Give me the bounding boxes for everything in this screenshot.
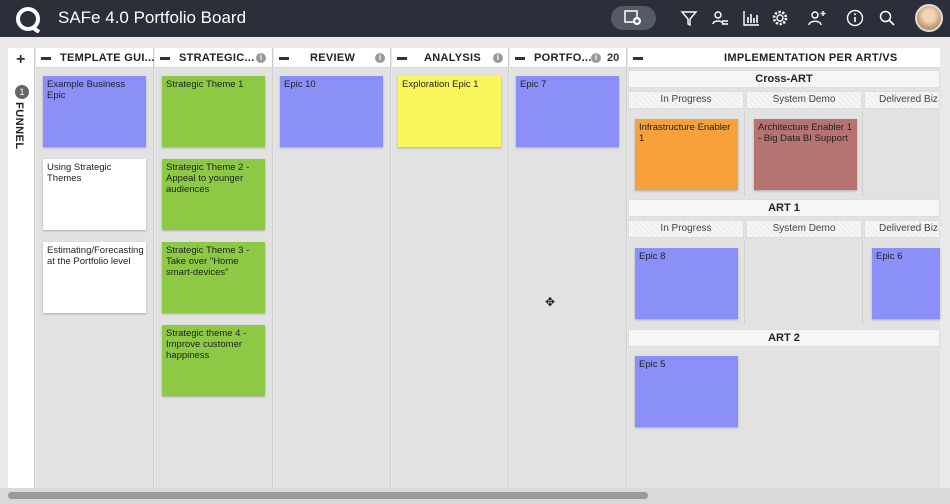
collapse-icon[interactable] [41,57,51,60]
info-icon[interactable]: i [375,53,385,63]
info-icon[interactable]: i [493,53,503,63]
column-title: PORTFO... [534,52,592,64]
lane-header-art-1[interactable]: ART 1 [628,199,940,217]
implementation-area: IMPLEMENTATION PER ART/VS Cross-ART In P… [628,48,940,488]
chart-icon[interactable] [742,9,760,27]
lane-header-art-2[interactable]: ART 2 [628,329,940,347]
user-avatar[interactable] [915,4,943,32]
wip-count: 20 [607,52,620,64]
sub-column-in-progress: In Progress [628,91,744,109]
card[interactable]: Strategic Theme 2 - Appeal to younger au… [162,159,265,230]
column-header[interactable]: IMPLEMENTATION PER ART/VS [628,48,940,68]
column-header[interactable]: PORTFO... i 20 [510,48,626,68]
column-portfolio-backlog: PORTFO... i 20 Epic 7 [510,48,627,488]
move-cursor-icon: ✥ [545,295,556,309]
add-column-icon[interactable]: + [16,51,25,69]
column-analysis: ANALYSIS i Exploration Epic 1 [392,48,509,488]
sub-column-system-demo: System Demo [746,220,862,238]
card[interactable]: Epic 8 [635,248,738,319]
column-title: REVIEW [310,52,356,64]
card[interactable]: Strategic Theme 1 [162,76,265,147]
card[interactable]: Estimating/Forecasting at the Portfolio … [43,242,146,313]
info-icon[interactable]: i [256,53,266,63]
top-bar: SAFe 4.0 Portfolio Board [0,0,950,37]
card[interactable]: Architecture Enabler 1 - Big Data BI Sup… [754,119,857,190]
column-title: TEMPLATE GUI... [60,52,155,64]
card[interactable]: Epic 10 [280,76,383,147]
card[interactable]: Strategic theme 4 - Improve customer hap… [162,325,265,396]
column-review: REVIEW i Epic 10 [274,48,391,488]
card[interactable]: Strategic Theme 3 - Take over "Home smar… [162,242,265,313]
column-header[interactable]: REVIEW i [274,48,390,68]
scrollbar-thumb[interactable] [8,492,648,499]
app-logo-icon[interactable] [14,5,42,33]
sub-column-delivered: Delivered Biz [864,91,940,109]
lane-header-cross-art[interactable]: Cross-ART [628,70,940,88]
board-title: SAFe 4.0 Portfolio Board [58,8,247,27]
sub-column-system-demo: System Demo [746,91,862,109]
card[interactable]: Exploration Epic 1 [398,76,501,147]
card[interactable]: Epic 7 [516,76,619,147]
column-header[interactable]: ANALYSIS i [392,48,508,68]
collapse-icon[interactable] [515,57,525,60]
collapse-icon[interactable] [160,57,170,60]
horizontal-scrollbar[interactable] [0,488,950,504]
info-icon[interactable]: i [591,53,601,63]
card[interactable]: Example Business Epic [43,76,146,147]
card[interactable]: Epic 6 [872,248,940,319]
funnel-count-badge: 1 [15,85,29,99]
column-header[interactable]: STRATEGIC... i [155,48,272,68]
column-title: IMPLEMENTATION PER ART/VS [724,52,898,64]
add-widget-button[interactable] [611,6,656,30]
filter-icon[interactable] [680,9,698,27]
collapse-icon[interactable] [633,57,643,60]
sub-column-in-progress: In Progress [628,220,744,238]
lane-cell [746,240,863,325]
collapse-icon[interactable] [279,57,289,60]
people-filter-icon[interactable] [711,9,729,27]
column-template-guide: TEMPLATE GUI... Example Business Epic Us… [36,48,154,488]
column-title: ANALYSIS [424,52,482,64]
collapse-icon[interactable] [397,57,407,60]
column-header[interactable]: TEMPLATE GUI... [36,48,155,68]
add-widget-icon [624,10,641,25]
funnel-label[interactable]: FUNNEL [13,102,25,150]
search-icon[interactable] [878,9,896,27]
gear-icon[interactable] [771,9,789,27]
sub-column-delivered: Delivered Biz [864,220,940,238]
funnel-rail: + 1 FUNNEL [8,48,35,488]
info-icon[interactable] [846,9,864,27]
add-user-icon[interactable] [808,9,826,27]
column-title: STRATEGIC... [179,52,255,64]
column-strategic-themes: STRATEGIC... i Strategic Theme 1 Strateg… [155,48,273,488]
card[interactable]: Epic 5 [635,356,738,427]
card[interactable]: Infrastructure Enabler 1 [635,119,738,190]
card[interactable]: Using Strategic Themes [43,159,146,230]
